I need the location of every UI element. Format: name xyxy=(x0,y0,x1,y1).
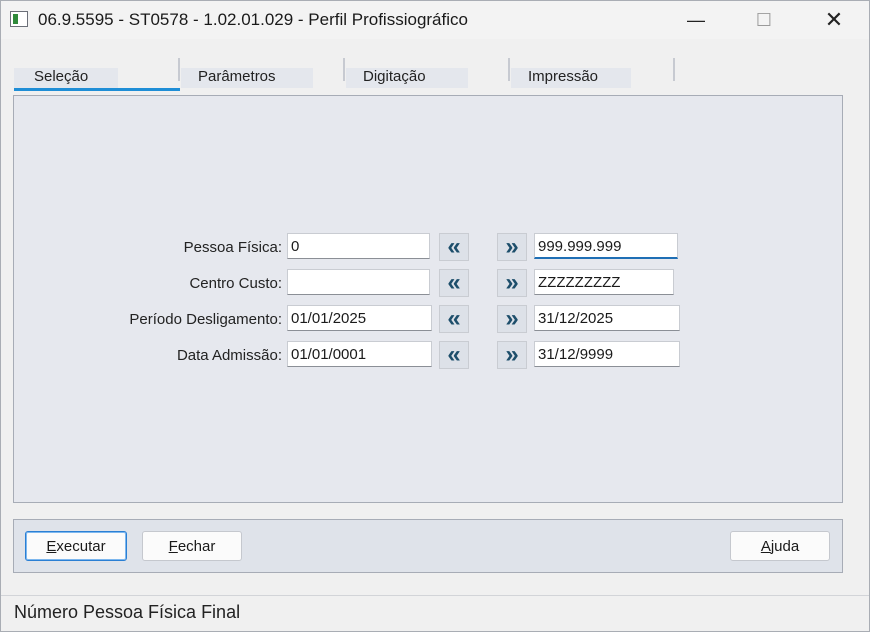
button-bar: Executar Fechar Ajuda xyxy=(13,519,843,573)
centro-custo-to-input[interactable]: ZZZZZZZZZ xyxy=(534,269,674,295)
tab-selected-indicator xyxy=(14,88,180,91)
centro-custo-from-input[interactable] xyxy=(287,269,430,295)
centro-custo-first-button[interactable]: « xyxy=(439,269,469,297)
tab-impressao-label: Impressão xyxy=(528,68,599,85)
tab-digitacao-label: Digitação xyxy=(363,68,426,85)
minimize-button[interactable]: — xyxy=(673,1,719,39)
pessoa-fisica-label: Pessoa Física: xyxy=(183,239,282,256)
close-button[interactable]: ✕ xyxy=(811,1,857,39)
periodo-desligamento-to-input[interactable]: 31/12/2025 xyxy=(534,305,680,331)
periodo-desligamento-first-button[interactable]: « xyxy=(439,305,469,333)
executar-mnemonic: E xyxy=(46,537,57,555)
tab-impressao[interactable]: Impressão xyxy=(511,48,671,94)
maximize-button[interactable]: ☐ xyxy=(741,1,787,39)
periodo-desligamento-last-button[interactable]: » xyxy=(497,305,527,333)
tab-digitacao[interactable]: Digitação xyxy=(346,48,506,94)
window-title: 06.9.5595 - ST0578 - 1.02.01.029 - Perfi… xyxy=(38,10,468,29)
centro-custo-last-button[interactable]: » xyxy=(497,269,527,297)
data-admissao-last-button[interactable]: » xyxy=(497,341,527,369)
tab-selecao-label: Seleção xyxy=(34,68,89,85)
periodo-desligamento-from-input[interactable]: 01/01/2025 xyxy=(287,305,432,331)
ajuda-button[interactable]: Ajuda xyxy=(730,531,830,561)
centro-custo-label: Centro Custo: xyxy=(189,275,282,292)
data-admissao-first-button[interactable]: « xyxy=(439,341,469,369)
pessoa-fisica-first-button[interactable]: « xyxy=(439,233,469,261)
tab-divider xyxy=(178,58,180,81)
tab-divider xyxy=(508,58,510,81)
data-admissao-from-input[interactable]: 01/01/0001 xyxy=(287,341,432,367)
pessoa-fisica-last-button[interactable]: » xyxy=(497,233,527,261)
title-bar: 06.9.5595 - ST0578 - 1.02.01.029 - Perfi… xyxy=(1,1,869,39)
data-admissao-to-input[interactable]: 31/12/9999 xyxy=(534,341,680,367)
data-admissao-label: Data Admissão: xyxy=(176,347,282,364)
fechar-button[interactable]: Fechar xyxy=(142,531,242,561)
periodo-desligamento-label: Período Desligamento: xyxy=(129,311,282,328)
pessoa-fisica-to-input[interactable]: 999.999.999 xyxy=(534,233,678,259)
fechar-mnemonic: F xyxy=(168,537,178,555)
executar-label-rest: xecutar xyxy=(56,537,106,555)
executar-button[interactable]: Executar xyxy=(25,531,127,561)
app-icon[interactable] xyxy=(10,11,28,27)
status-bar: Número Pessoa Física Final xyxy=(1,595,869,631)
tab-parametros[interactable]: Parâmetros xyxy=(181,48,341,94)
tab-parametros-label: Parâmetros xyxy=(198,68,276,85)
pessoa-fisica-from-input[interactable]: 0 xyxy=(287,233,430,259)
fechar-label-rest: echar xyxy=(177,537,216,555)
ajuda-label-rest: juda xyxy=(770,537,800,555)
ajuda-mnemonic: A xyxy=(760,537,771,555)
status-text: Número Pessoa Física Final xyxy=(14,602,241,622)
tab-divider xyxy=(343,58,345,81)
tab-selecao[interactable]: Seleção xyxy=(14,48,180,94)
app-window: 06.9.5595 - ST0578 - 1.02.01.029 - Perfi… xyxy=(0,0,870,632)
selection-panel: Pessoa Física: 0 « » 999.999.999 Centro … xyxy=(13,95,843,503)
tab-divider xyxy=(673,58,675,81)
